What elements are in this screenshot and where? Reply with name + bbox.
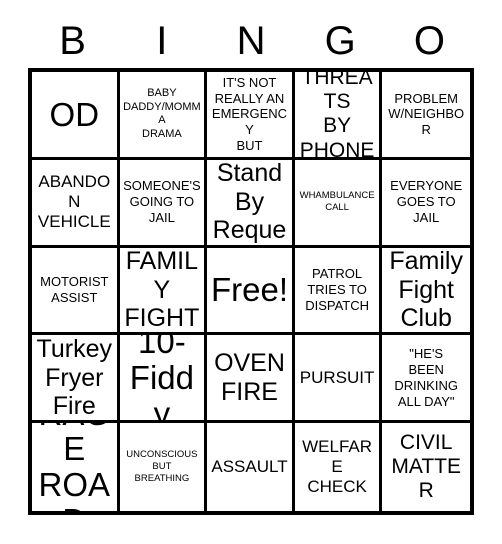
bingo-cell-r4c4[interactable]: PURSUIT: [294, 335, 383, 424]
bingo-cell-r5c2[interactable]: UNCONSCIOUS BUT BREATHING: [119, 423, 208, 511]
bingo-cell-label: ABANDON VEHICLE: [37, 172, 111, 232]
bingo-cell-label: Turkey Fryer Fire: [36, 335, 113, 421]
bingo-cell-label: PATROL TRIES TO DISPATCH: [305, 266, 369, 313]
bingo-cell-label: Civil Stand By Request: [212, 159, 287, 245]
bingo-cell-label: Family Fight Club: [389, 247, 463, 333]
header-letter-b: B: [59, 19, 86, 63]
bingo-cell-label: SOMEONE'S GOING TO JAIL: [123, 178, 201, 226]
bingo-cell-label: WELFARE CHECK: [302, 437, 373, 497]
bingo-cell-r1c1[interactable]: OD: [32, 72, 120, 160]
bingo-cell-r2c3[interactable]: Civil Stand By Request: [207, 159, 295, 248]
header-letter-n: N: [236, 19, 266, 63]
bingo-cell-r1c4[interactable]: THREATS BY PHONE: [294, 72, 383, 160]
header-letter-o: O: [413, 19, 445, 63]
bingo-cell-r5c4[interactable]: WELFARE CHECK: [294, 423, 383, 511]
bingo-cell-r4c2[interactable]: 10- Fiddy: [119, 335, 208, 424]
bingo-cell-label: PROBLEM W/NEIGHBOR: [388, 90, 465, 138]
bingo-grid: OD BABY DADDY/MOMMA DRAMA IT'S NOT REALL…: [28, 68, 474, 515]
bingo-cell-r1c3[interactable]: IT'S NOT REALLY AN EMERGENCY BUT: [207, 72, 295, 160]
bingo-cell-label: CIVIL MATTER: [391, 430, 461, 503]
bingo-card: B I N G O OD BABY DADDY/MOMMA DRAMA IT'S…: [0, 0, 502, 544]
bingo-cell-r1c2[interactable]: BABY DADDY/MOMMA DRAMA: [119, 72, 208, 160]
bingo-cell-label: EVERYONE GOES TO JAIL: [390, 178, 463, 226]
bingo-cell-r4c3[interactable]: OVEN FIRE: [207, 335, 295, 424]
bingo-cell-label: IT'S NOT REALLY AN EMERGENCY BUT: [211, 74, 288, 154]
bingo-cell-label: "HE'S BEEN DRINKING ALL DAY": [394, 346, 458, 409]
bingo-cell-label: MOTORIST ASSIST: [40, 274, 109, 305]
bingo-cell-r4c5[interactable]: "HE'S BEEN DRINKING ALL DAY": [382, 335, 470, 424]
bingo-cell-label: OD: [49, 95, 100, 133]
bingo-cell-r5c5[interactable]: CIVIL MATTER: [382, 423, 470, 511]
bingo-cell-r2c4[interactable]: WHAMBULANCE CALL: [294, 159, 383, 248]
header-letter-g: G: [324, 19, 356, 63]
bingo-header-row: B I N G O: [28, 14, 474, 68]
bingo-cell-r2c5[interactable]: EVERYONE GOES TO JAIL: [382, 159, 470, 248]
bingo-cell-label: OVEN FIRE: [214, 349, 285, 406]
bingo-cell-r3c4[interactable]: PATROL TRIES TO DISPATCH: [294, 247, 383, 336]
bingo-cell-label: PURSUIT: [299, 367, 375, 387]
bingo-cell-label: THREATS BY PHONE: [299, 72, 375, 160]
header-letter-i: I: [156, 19, 168, 63]
bingo-cell-r3c1[interactable]: MOTORIST ASSIST: [32, 247, 120, 336]
bingo-cell-label: FAMILY FIGHT: [124, 247, 200, 333]
bingo-cell-r3c5[interactable]: Family Fight Club: [382, 247, 470, 336]
bingo-cell-label: UNCONSCIOUS BUT BREATHING: [126, 448, 198, 485]
bingo-cell-r4c1[interactable]: Turkey Fryer Fire: [32, 335, 120, 424]
bingo-cell-label: ASSAULT: [211, 457, 288, 477]
bingo-cell-label: WHAMBULANCE CALL: [299, 189, 375, 214]
bingo-cell-r2c1[interactable]: ABANDON VEHICLE: [32, 159, 120, 248]
free-space-label: Free!: [210, 271, 288, 309]
bingo-cell-label: RAGE ROAD: [38, 423, 111, 511]
bingo-cell-label: BABY DADDY/MOMMA DRAMA: [123, 86, 201, 141]
bingo-cell-r5c3[interactable]: ASSAULT: [207, 423, 295, 511]
bingo-cell-label: 10- Fiddy: [129, 335, 194, 424]
bingo-cell-r1c5[interactable]: PROBLEM W/NEIGHBOR: [382, 72, 470, 160]
bingo-cell-r3c2[interactable]: FAMILY FIGHT: [119, 247, 208, 336]
bingo-cell-free-space[interactable]: Free!: [207, 247, 295, 336]
bingo-cell-r2c2[interactable]: SOMEONE'S GOING TO JAIL: [119, 159, 208, 248]
bingo-cell-r5c1[interactable]: RAGE ROAD: [32, 423, 120, 511]
